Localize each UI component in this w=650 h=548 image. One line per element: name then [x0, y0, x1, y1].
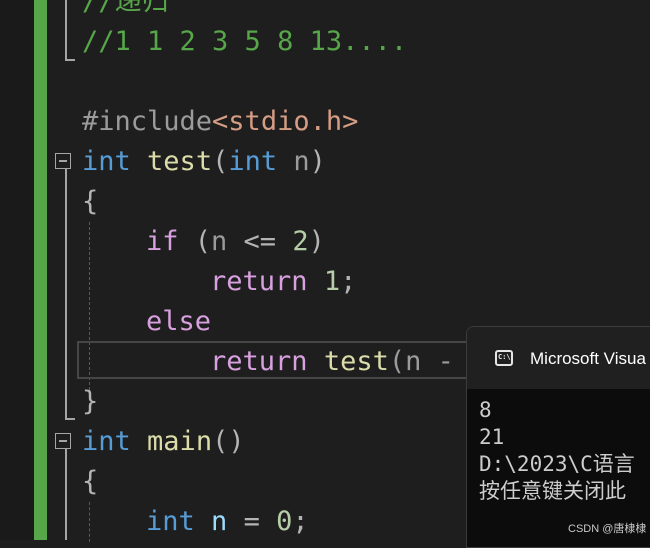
comment-fold-line [65, 0, 67, 60]
code-line-main-signature[interactable]: int main() [82, 422, 245, 462]
number: 2 [292, 226, 309, 257]
code-line-1[interactable]: //递归 [82, 0, 169, 22]
code-line-include[interactable]: #include<stdio.h> [82, 102, 358, 142]
indent-guide [89, 502, 90, 542]
fold-test-function-icon[interactable] [55, 153, 71, 169]
console-output-line: 按任意键关闭此 [479, 479, 626, 503]
include-header: <stdio.h> [212, 106, 359, 137]
comment-fold-end [65, 59, 75, 61]
console-app-icon: C:\ [495, 350, 513, 366]
function-name: test [323, 346, 389, 377]
main-fold-line [65, 449, 67, 540]
code-line-brace[interactable]: { [82, 462, 98, 502]
code-line-else[interactable]: else [146, 302, 211, 342]
code-line-brace[interactable]: } [82, 382, 98, 422]
variable: n [211, 506, 228, 537]
punctuation: ) [309, 146, 326, 177]
preprocessor-directive: #include [82, 106, 213, 137]
console-output-line: 8 [479, 398, 492, 422]
number: 0 [276, 506, 293, 537]
type-keyword: int [146, 506, 195, 537]
parameter: n [277, 146, 310, 177]
code-line-2[interactable]: //1 1 2 3 5 8 13.... [82, 22, 407, 62]
brace: { [82, 466, 99, 497]
variable: n [211, 226, 228, 257]
console-output-line: D:\2023\C语言 [479, 452, 635, 476]
change-indicator-bar [34, 0, 47, 540]
function-name: test [147, 146, 213, 177]
watermark: CSDN @唐棣棣 [568, 523, 647, 535]
punctuation: ; [292, 506, 309, 537]
type-keyword: int [82, 146, 131, 177]
console-title: Microsoft Visua [530, 349, 646, 368]
operator: = [227, 506, 277, 537]
control-keyword: return [210, 266, 308, 297]
test-fold-end [65, 418, 75, 420]
control-keyword: else [146, 306, 212, 337]
number: 1 [323, 266, 341, 297]
control-keyword: if [146, 226, 179, 257]
console-output-line: 21 [479, 425, 505, 449]
punctuation: ) [308, 226, 325, 257]
type-keyword: int [228, 146, 278, 177]
control-keyword: return [210, 346, 308, 377]
function-name: main [147, 426, 213, 457]
comment: //1 1 2 3 5 8 13.... [82, 26, 408, 57]
brace: } [82, 386, 99, 417]
fold-main-function-icon[interactable] [55, 433, 71, 449]
test-fold-line [65, 169, 67, 419]
code-line-if[interactable]: if (n <= 2) [146, 222, 325, 262]
type-keyword: int [82, 426, 131, 457]
operator: <= [227, 226, 293, 257]
punctuation: () [212, 426, 245, 457]
line-number-gutter [0, 0, 34, 540]
code-line-brace[interactable]: { [82, 182, 98, 222]
debug-console-window[interactable]: C:\ Microsoft Visua 8 21 D:\2023\C语言 按任意… [466, 326, 650, 548]
punctuation: ; [340, 266, 357, 297]
code-line-return-2[interactable]: return test(n - [210, 342, 454, 382]
code-line-declaration[interactable]: int n = 0; [146, 502, 309, 542]
brace: { [82, 186, 99, 217]
code-line-test-signature[interactable]: int test(int n) [82, 142, 326, 182]
expression: (n - [388, 346, 454, 377]
code-line-return-1[interactable]: return 1; [210, 262, 356, 302]
comment: //递归 [82, 0, 169, 17]
console-titlebar[interactable]: C:\ Microsoft Visua [467, 327, 650, 389]
punctuation: ( [212, 146, 229, 177]
punctuation: ( [178, 226, 212, 257]
